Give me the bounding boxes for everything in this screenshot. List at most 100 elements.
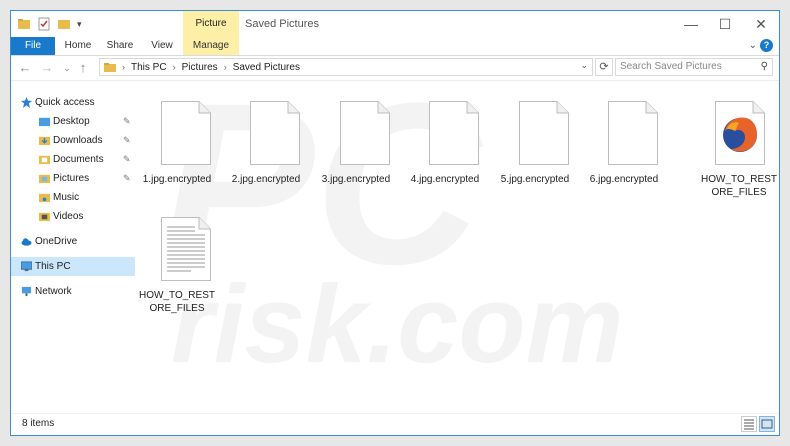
pin-icon[interactable]: ✎ <box>123 112 131 131</box>
details-view-button[interactable] <box>741 416 757 432</box>
file-name: 2.jpg.encrypted <box>231 174 301 185</box>
maximize-button[interactable]: ☐ <box>709 11 741 37</box>
forward-button[interactable]: → <box>39 60 55 76</box>
file-item[interactable]: 2.jpg.encrypted <box>226 91 306 191</box>
quick-access-dropdown-icon[interactable]: ▾ <box>77 19 82 30</box>
sidebar-item-desktop[interactable]: Desktop ✎ <box>11 112 135 131</box>
breadcrumb-saved-pictures[interactable]: Saved Pictures <box>233 62 300 73</box>
tab-manage[interactable]: Manage <box>183 37 239 55</box>
address-row: ← → ⌄ ↑ › This PC › Pictures › Saved Pic… <box>11 56 779 81</box>
address-dropdown-icon[interactable]: ⌄ <box>580 60 588 71</box>
sidebar-item-videos[interactable]: Videos <box>11 207 135 226</box>
firefox-html-file-icon <box>715 101 765 165</box>
sidebar-item-label: Desktop <box>53 116 90 127</box>
breadcrumb-separator-icon: › <box>122 62 125 72</box>
file-item[interactable]: 6.jpg.encrypted <box>584 91 664 191</box>
minimize-button[interactable]: — <box>675 11 707 37</box>
item-count: 8 items <box>22 418 55 429</box>
text-file-icon <box>161 217 211 281</box>
large-icons-view-icon <box>761 419 773 429</box>
blank-file-icon <box>250 101 300 165</box>
file-name: 4.jpg.encrypted <box>410 174 480 185</box>
sidebar-item-pictures[interactable]: Pictures ✎ <box>11 169 135 188</box>
sidebar-item-label: Pictures <box>53 173 90 184</box>
file-item[interactable]: 1.jpg.encrypted <box>137 91 217 191</box>
pin-icon[interactable]: ✎ <box>123 150 131 169</box>
file-name: 5.jpg.encrypted <box>500 174 570 185</box>
search-placeholder: Search Saved Pictures <box>620 61 722 72</box>
computer-icon <box>21 261 32 272</box>
sidebar-item-label: Quick access <box>35 97 95 108</box>
expand-ribbon-icon[interactable]: ⌄ <box>749 37 757 55</box>
file-item[interactable]: 5.jpg.encrypted <box>495 91 575 191</box>
pictures-folder-icon <box>39 174 50 184</box>
sidebar-item-network[interactable]: Network <box>11 282 135 301</box>
recent-locations-dropdown[interactable]: ⌄ <box>59 60 75 76</box>
pin-icon[interactable]: ✎ <box>123 169 131 188</box>
tab-file[interactable]: File <box>11 37 55 55</box>
address-bar[interactable]: › This PC › Pictures › Saved Pictures ⌄ <box>99 58 593 76</box>
file-item[interactable]: HOW_TO_RESTORE_FILES <box>699 91 779 201</box>
sidebar-item-label: OneDrive <box>35 236 78 247</box>
sidebar-item-label: Documents <box>53 154 104 165</box>
window-title: Saved Pictures <box>245 18 319 30</box>
sidebar-item-label: Videos <box>53 211 84 222</box>
sidebar-item-label: Network <box>35 286 72 297</box>
tab-view[interactable]: View <box>141 37 183 55</box>
breadcrumb-pictures[interactable]: Pictures <box>182 62 218 73</box>
file-name: 3.jpg.encrypted <box>321 174 391 185</box>
sidebar-item-music[interactable]: Music <box>11 188 135 207</box>
folder-icon <box>104 63 116 72</box>
new-folder-icon[interactable] <box>57 17 71 31</box>
sidebar-item-quick-access[interactable]: Quick access <box>11 93 135 112</box>
folder-icon <box>18 19 30 29</box>
help-button[interactable]: ? <box>760 39 773 52</box>
file-name: HOW_TO_RESTORE_FILES <box>701 174 777 198</box>
up-button[interactable]: ↑ <box>75 60 91 76</box>
file-name: HOW_TO_RESTORE_FILES <box>139 290 215 314</box>
title-bar: ▾ Picture Tools Saved Pictures — ☐ ✕ <box>11 11 779 55</box>
onedrive-cloud-icon <box>21 238 32 246</box>
documents-folder-icon <box>39 155 50 165</box>
breadcrumb-this-pc[interactable]: This PC <box>131 62 167 73</box>
file-item[interactable]: 3.jpg.encrypted <box>316 91 396 191</box>
pin-icon[interactable]: ✎ <box>123 131 131 150</box>
sidebar-item-label: This PC <box>35 261 71 272</box>
file-list: 1.jpg.encrypted 2.jpg.encrypted 3.jpg.en… <box>137 81 779 411</box>
breadcrumb-separator-icon: › <box>172 62 176 72</box>
blank-file-icon <box>519 101 569 165</box>
sidebar-item-label: Downloads <box>53 135 103 146</box>
properties-icon[interactable] <box>37 17 51 31</box>
file-item[interactable]: HOW_TO_RESTORE_FILES <box>137 207 217 317</box>
downloads-folder-icon <box>39 136 50 146</box>
desktop-folder-icon <box>39 117 50 127</box>
sidebar-item-onedrive[interactable]: OneDrive <box>11 232 135 251</box>
breadcrumb-separator-icon: › <box>223 62 227 72</box>
large-icons-view-button[interactable] <box>759 416 775 432</box>
search-icon: ⚲ <box>760 61 768 72</box>
close-button[interactable]: ✕ <box>745 11 777 37</box>
explorer-window: PC risk.com ▾ Picture Tools Saved Pictur… <box>10 10 780 436</box>
search-input[interactable]: Search Saved Pictures ⚲ <box>615 58 773 76</box>
ribbon-tabs: File Home Share View Manage ⌄ ? <box>11 37 779 56</box>
sidebar-item-documents[interactable]: Documents ✎ <box>11 150 135 169</box>
sidebar-item-downloads[interactable]: Downloads ✎ <box>11 131 135 150</box>
back-button[interactable]: ← <box>17 60 33 76</box>
status-bar: 8 items <box>11 413 779 435</box>
network-icon <box>21 286 32 297</box>
sidebar-item-this-pc[interactable]: This PC <box>11 257 135 276</box>
refresh-button[interactable]: ⟳ <box>595 58 613 76</box>
navigation-pane: Quick access Desktop ✎ Downloads ✎ Docum… <box>11 81 135 411</box>
tab-share[interactable]: Share <box>99 37 141 55</box>
sidebar-item-label: Music <box>53 192 80 203</box>
blank-file-icon <box>608 101 658 165</box>
tab-home[interactable]: Home <box>57 37 99 55</box>
star-icon <box>21 97 32 108</box>
music-folder-icon <box>39 193 50 203</box>
file-item[interactable]: 4.jpg.encrypted <box>405 91 485 191</box>
picture-tools-label: Picture Tools <box>183 11 239 55</box>
blank-file-icon <box>161 101 211 165</box>
details-view-icon <box>744 419 754 430</box>
file-name: 1.jpg.encrypted <box>142 174 212 185</box>
blank-file-icon <box>429 101 479 165</box>
